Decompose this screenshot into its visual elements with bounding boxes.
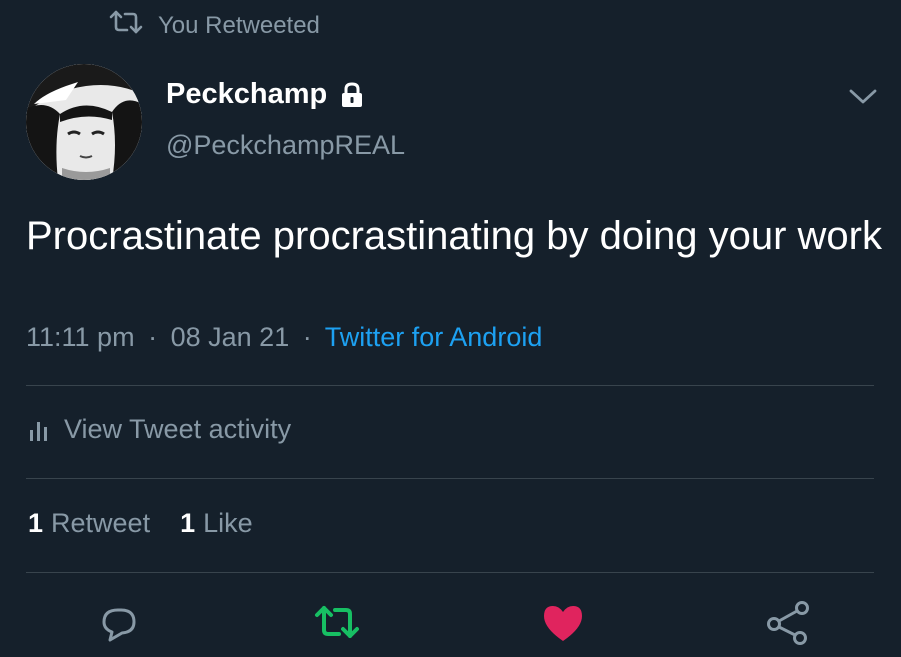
share-button[interactable] [764, 598, 814, 648]
heart-icon [538, 598, 588, 648]
retweet-icon [108, 8, 144, 43]
divider [26, 478, 874, 479]
retweet-button[interactable] [312, 598, 362, 648]
retweets-stat[interactable]: 1 Retweet [28, 508, 150, 539]
tweet-source-link[interactable]: Twitter for Android [325, 322, 543, 352]
view-tweet-activity-label: View Tweet activity [64, 414, 292, 444]
view-tweet-activity-button[interactable]: View Tweet activity [28, 414, 291, 445]
like-button[interactable] [538, 598, 588, 648]
chevron-down-icon[interactable] [846, 82, 880, 110]
bar-chart-icon [28, 418, 50, 442]
avatar[interactable] [26, 64, 142, 180]
likes-count: 1 [180, 508, 196, 538]
retweets-label: Retweet [51, 508, 151, 538]
tweet-meta: 11:11 pm · 08 Jan 21 · Twitter for Andro… [26, 322, 542, 353]
share-icon [764, 598, 814, 648]
author-display-name: Peckchamp [166, 78, 328, 110]
divider [26, 385, 874, 386]
retweet-context-label: You Retweeted [158, 11, 320, 39]
divider [26, 572, 874, 573]
retweets-count: 1 [28, 508, 44, 538]
tweet-text: Procrastinate procrastinating by doing y… [26, 214, 882, 258]
likes-label: Like [203, 508, 253, 538]
retweet-context[interactable]: You Retweeted [108, 8, 320, 43]
author-handle[interactable]: @PeckchampREAL [166, 130, 405, 161]
meta-separator: · [302, 322, 312, 352]
tweet-time[interactable]: 11:11 pm [26, 322, 135, 352]
reply-button[interactable] [94, 598, 144, 648]
likes-stat[interactable]: 1 Like [180, 508, 253, 539]
tweet-stats: 1 Retweet 1 Like [28, 508, 253, 539]
reply-icon [94, 598, 144, 648]
author-name-row[interactable]: Peckchamp [166, 78, 365, 111]
meta-separator: · [148, 322, 158, 352]
retweet-icon [312, 598, 362, 648]
tweet-detail: You Retweeted Peckchamp @PeckchampREAL P… [0, 0, 901, 657]
tweet-date[interactable]: 08 Jan 21 [171, 322, 290, 352]
lock-icon [339, 81, 365, 109]
tweet-actions-bar [0, 598, 901, 654]
